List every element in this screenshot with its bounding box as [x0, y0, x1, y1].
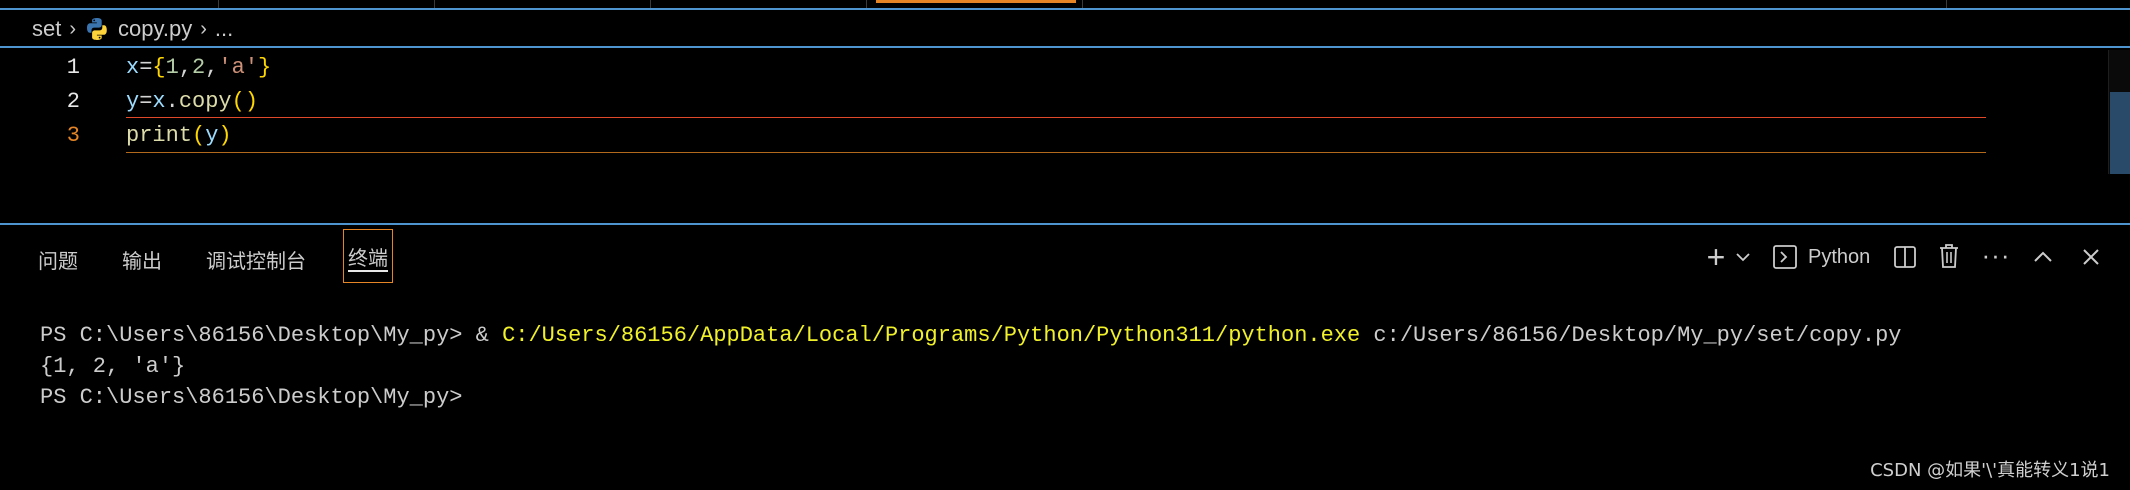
code-line[interactable]: 1 x={1,2,'a'}	[0, 50, 2000, 84]
code-text: x={1,2,'a'}	[126, 55, 271, 80]
chevron-right-icon: ›	[200, 17, 207, 40]
editor-tab-strip	[0, 0, 2130, 10]
code-token: }	[258, 54, 272, 80]
chevron-up-icon[interactable]	[2028, 242, 2058, 272]
split-icon[interactable]	[1890, 242, 1920, 272]
code-token: copy	[178, 88, 232, 114]
tab-separator	[650, 0, 651, 8]
code-token: =	[139, 88, 153, 114]
code-token: 1	[165, 54, 179, 80]
python-file-icon	[87, 18, 107, 40]
active-tab-underline	[348, 270, 388, 272]
breadcrumb-file-label: copy.py	[118, 16, 193, 41]
tab-separator	[218, 0, 219, 8]
tab-terminal[interactable]: 终端	[343, 229, 393, 283]
chevron-right-icon: ›	[69, 17, 77, 40]
breadcrumb-folder[interactable]: set	[32, 16, 61, 42]
code-token: x	[152, 88, 166, 114]
breadcrumb-more[interactable]: ...	[215, 16, 233, 42]
tab-terminal-label: 终端	[348, 247, 388, 270]
terminal-icon	[1773, 245, 1797, 269]
more-icon[interactable]: ···	[1980, 238, 2012, 272]
current-line-highlight	[126, 117, 1986, 153]
code-token: ,	[178, 54, 193, 80]
chevron-down-icon[interactable]	[1732, 242, 1754, 272]
code-token: ,	[205, 54, 219, 80]
tab-problems[interactable]: 问题	[38, 244, 78, 274]
code-text: y=x.copy()	[126, 89, 258, 114]
terminal-output[interactable]: PS C:\Users\86156\Desktop\My_py> & C:/Us…	[40, 320, 2100, 413]
code-token: 2	[192, 54, 206, 80]
watermark: CSDN @如果'\'真能转义1说1	[1870, 460, 2110, 481]
tab-debug-console[interactable]: 调试控制台	[206, 244, 306, 274]
close-icon[interactable]	[2076, 242, 2106, 272]
code-token: 'a'	[218, 54, 259, 80]
tab-separator	[434, 0, 435, 8]
divider	[0, 46, 2130, 48]
code-token: =	[139, 54, 153, 80]
tab-separator	[1946, 0, 1947, 8]
panel-divider	[0, 223, 2130, 225]
terminal-argument: c:/Users/86156/Desktop/My_py/set/copy.py	[1360, 323, 1902, 348]
tab-output[interactable]: 输出	[122, 244, 162, 274]
trash-icon[interactable]	[1934, 240, 1964, 272]
terminal-line: PS C:\Users\86156\Desktop\My_py>	[40, 385, 463, 410]
terminal-profile-label: Python	[1808, 245, 1871, 268]
terminal-line: PS C:\Users\86156\Desktop\My_py> & C:/Us…	[40, 320, 2100, 351]
terminal-line: {1, 2, 'a'}	[40, 354, 186, 379]
terminal-exe-path: C:/Users/86156/AppData/Local/Programs/Py…	[502, 323, 1361, 348]
scrollbar-thumb[interactable]	[2110, 92, 2130, 174]
code-token: x	[126, 54, 140, 80]
terminal-prompt: PS C:\Users\86156\Desktop\My_py> &	[40, 323, 503, 348]
code-token: {	[152, 54, 166, 80]
line-number: 3	[66, 122, 80, 148]
tab-separator	[866, 0, 867, 8]
code-token: .	[165, 88, 179, 114]
vscode-window: set › copy.py › ... 1 x={1,2,'a'} 2 y=x.…	[0, 0, 2130, 490]
line-number: 2	[66, 88, 80, 114]
tab-separator	[1082, 0, 1083, 8]
code-line[interactable]: 2 y=x.copy()	[0, 84, 2000, 118]
line-number: 1	[66, 54, 80, 80]
active-tab-indicator[interactable]	[876, 0, 1076, 3]
breadcrumb: set › copy.py › ...	[0, 12, 2130, 46]
plus-icon[interactable]: +	[1700, 239, 1732, 275]
code-token: ()	[231, 88, 259, 114]
breadcrumb-file[interactable]: copy.py	[84, 16, 192, 42]
code-token: y	[126, 88, 140, 114]
